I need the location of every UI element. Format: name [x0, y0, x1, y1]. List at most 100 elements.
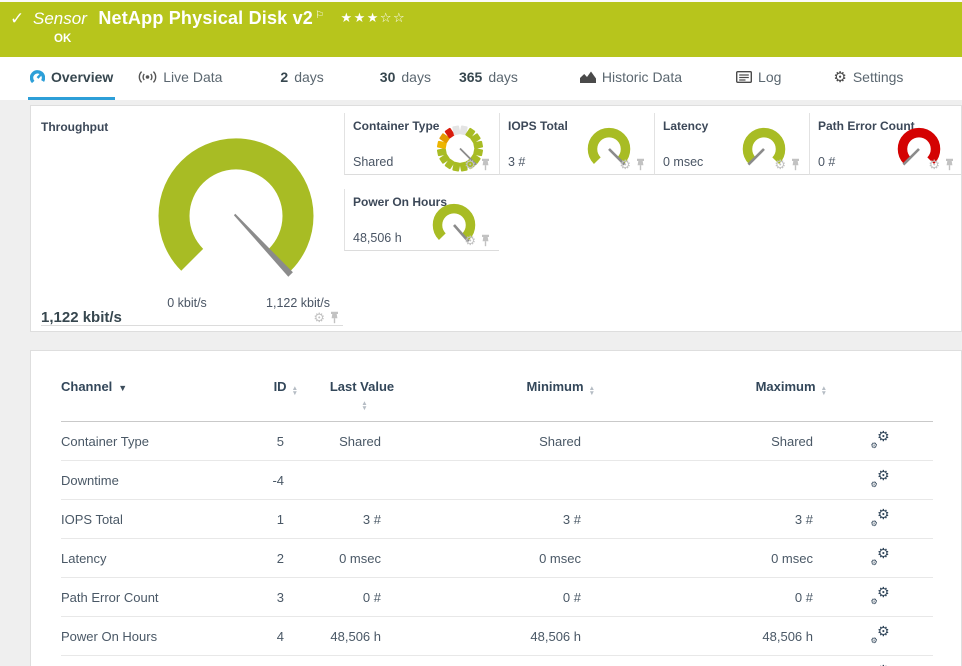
path-error-count-gauge-card: Path Error Count 0 # ⚙: [809, 113, 962, 175]
channel-maximum: 1,122 kbit/s: [595, 655, 827, 666]
gauge-settings-gear-icon[interactable]: ⚙: [619, 158, 631, 171]
gauge-value: 3 #: [508, 155, 526, 169]
channel-settings-gears-icon[interactable]: ⚙ ⚙: [871, 429, 890, 450]
latency-gauge-card: Latency 0 msec ⚙: [654, 113, 809, 175]
channel-settings-gears-icon[interactable]: ⚙ ⚙: [871, 468, 890, 489]
tab-label: Live Data: [163, 69, 223, 85]
gauge-settings-gear-icon[interactable]: ⚙: [313, 311, 325, 324]
channel-id: 2: [256, 538, 298, 578]
pin-icon[interactable]: [480, 234, 491, 247]
object-kind-label: Sensor: [33, 9, 87, 28]
channel-minimum: 1,122 kbit/s: [395, 655, 595, 666]
tab-365-days[interactable]: 365 days: [457, 57, 520, 100]
gauge-title: Container Type: [353, 119, 440, 133]
flag-icon[interactable]: ⚐: [315, 10, 324, 21]
channel-settings-gears-icon[interactable]: ⚙ ⚙: [871, 546, 890, 567]
column-header-minimum[interactable]: Minimum ▲ ▼: [395, 351, 595, 422]
channel-settings-gears-icon[interactable]: ⚙ ⚙: [871, 624, 890, 645]
tab-bar: Overview Live Data 2 days 30 days 365 da…: [0, 57, 962, 100]
tab-live-data[interactable]: Live Data: [136, 57, 224, 100]
channel-name[interactable]: Power On Hours: [61, 616, 256, 656]
tab-settings[interactable]: ⚙ Settings: [831, 57, 905, 100]
throughput-gauge: [158, 138, 314, 277]
pin-icon[interactable]: [944, 158, 955, 171]
pin-icon[interactable]: [635, 158, 646, 171]
throughput-gauge-card: Throughput 0 kbit/s 1,122 kbit/s 1,122 k…: [41, 113, 346, 326]
channel-name[interactable]: Latency: [61, 538, 256, 578]
power-on-hours-gauge-card: Power On Hours 48,506 h ⚙: [344, 189, 499, 251]
channel-minimum: 3 #: [395, 499, 595, 539]
column-header-id[interactable]: ID ▲ ▼: [256, 351, 298, 422]
channel-name[interactable]: Container Type: [61, 421, 256, 461]
ok-check-icon: ✓: [10, 9, 25, 28]
column-header-last-value[interactable]: Last Value ▲ ▼: [298, 351, 395, 422]
pin-icon[interactable]: [790, 158, 801, 171]
channel-minimum: [395, 460, 595, 500]
gauge-value: 1,122 kbit/s: [41, 309, 122, 326]
gauge-settings-gear-icon[interactable]: ⚙: [928, 158, 940, 171]
channel-id: 0: [256, 655, 298, 666]
channel-id: -4: [256, 460, 298, 500]
gauge-min-label: 0 kbit/s: [167, 296, 207, 310]
tab-label: Historic Data: [601, 69, 683, 85]
tab-label: days: [488, 69, 518, 85]
sort-icon: ▲ ▼: [361, 400, 368, 412]
gauge-settings-gear-icon[interactable]: ⚙: [464, 158, 476, 171]
channel-id: 4: [256, 616, 298, 656]
channels-table: Channel ▼ ID ▲ ▼ Last Value ▲ ▼ Minimum ▲ ▼ Max…: [61, 351, 933, 666]
channel-last-value: [298, 460, 395, 500]
channel-last-value: 0 msec: [298, 538, 395, 578]
tab-historic-data[interactable]: Historic Data: [578, 57, 684, 100]
pin-icon[interactable]: [480, 158, 491, 171]
tab-label: Log: [758, 69, 782, 85]
channel-minimum: 0 msec: [395, 538, 595, 578]
column-header-channel[interactable]: Channel ▼: [61, 351, 256, 422]
channel-settings-gears-icon[interactable]: ⚙ ⚙: [871, 585, 890, 606]
channel-name[interactable]: IOPS Total: [61, 499, 256, 539]
channel-minimum: 0 #: [395, 577, 595, 617]
sort-icon: ▲ ▼: [291, 385, 298, 397]
column-header-actions: [827, 351, 933, 422]
channel-maximum: [595, 460, 827, 500]
channel-id: 1: [256, 499, 298, 539]
channel-maximum: 0 #: [595, 577, 827, 617]
pin-icon[interactable]: [329, 311, 340, 324]
table-row: Downtime -4 ⚙ ⚙: [61, 460, 933, 500]
priority-stars[interactable]: ★★★☆☆: [340, 10, 406, 25]
tab-label: Settings: [852, 69, 904, 85]
channel-last-value: 1,122 kbit/s: [298, 655, 395, 666]
gauge-value: Shared: [353, 155, 394, 169]
sort-icon: ▲ ▼: [820, 385, 827, 397]
channel-name[interactable]: Downtime: [61, 460, 256, 500]
column-header-maximum[interactable]: Maximum ▲ ▼: [595, 351, 827, 422]
table-header-row: Channel ▼ ID ▲ ▼ Last Value ▲ ▼ Minimum ▲ ▼ Max…: [61, 351, 933, 422]
historic-data-icon: [579, 71, 596, 83]
channel-id: 3: [256, 577, 298, 617]
table-row: Path Error Count 3 0 # 0 # 0 # ⚙ ⚙: [61, 577, 933, 617]
table-row: Container Type 5 Shared Shared Shared ⚙ ⚙: [61, 421, 933, 461]
channel-minimum: 48,506 h: [395, 616, 595, 656]
live-data-icon: [138, 70, 157, 84]
channel-name[interactable]: Path Error Count: [61, 577, 256, 617]
gauge-value: 0 msec: [663, 155, 704, 169]
gauge-title: IOPS Total: [508, 119, 568, 133]
gauges-panel: Throughput 0 kbit/s 1,122 kbit/s 1,122 k…: [30, 105, 962, 332]
channel-maximum: Shared: [595, 421, 827, 461]
channel-settings-gears-icon[interactable]: ⚙ ⚙: [871, 507, 890, 528]
gauge-settings-gear-icon[interactable]: ⚙: [464, 234, 476, 247]
channel-name[interactable]: Throughput: [61, 655, 256, 666]
tab-2-days[interactable]: 2 days: [278, 57, 325, 100]
tab-number: 365: [458, 69, 483, 85]
tab-log[interactable]: Log: [734, 57, 783, 100]
sort-desc-icon: ▼: [118, 383, 128, 393]
tab-label: days: [401, 69, 431, 85]
gear-icon: ⚙: [833, 69, 847, 86]
tab-30-days[interactable]: 30 days: [378, 57, 433, 100]
channel-last-value: 3 #: [298, 499, 395, 539]
table-row: IOPS Total 1 3 # 3 # 3 # ⚙ ⚙: [61, 499, 933, 539]
sensor-title: NetApp Physical Disk v2: [98, 8, 314, 28]
channels-table-panel: Channel ▼ ID ▲ ▼ Last Value ▲ ▼ Minimum ▲ ▼ Max…: [30, 350, 962, 666]
tab-overview[interactable]: Overview: [28, 57, 116, 100]
gauge-settings-gear-icon[interactable]: ⚙: [774, 158, 786, 171]
channel-maximum: 0 msec: [595, 538, 827, 578]
